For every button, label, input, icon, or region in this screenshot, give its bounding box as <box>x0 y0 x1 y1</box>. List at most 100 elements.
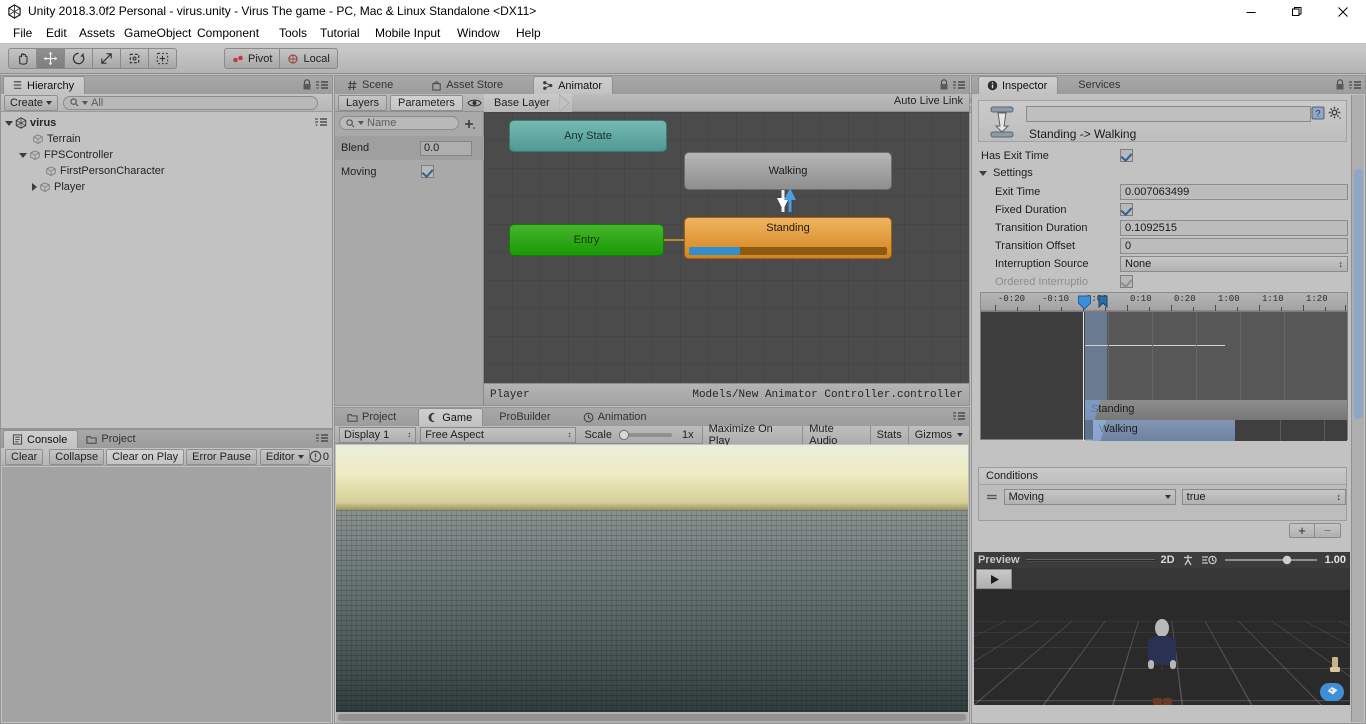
console-log-area[interactable] <box>2 467 331 722</box>
preview-play-button[interactable] <box>976 569 1012 589</box>
preview-speed-slider[interactable] <box>1223 555 1319 565</box>
condition-comparison-dropdown[interactable]: true ↕ <box>1181 489 1347 505</box>
lock-icon[interactable] <box>1335 79 1345 91</box>
exit-time-input[interactable]: 0.007063499 <box>1120 184 1348 200</box>
hierarchy-item-firstpersoncharacter[interactable]: FirstPersonCharacter <box>1 163 332 179</box>
menu-gameobject[interactable]: GameObject <box>119 24 196 42</box>
chevron-down-icon[interactable] <box>5 120 13 126</box>
tab-scene[interactable]: Scene <box>339 76 403 94</box>
inspector-vscrollbar[interactable] <box>1351 95 1364 722</box>
preview-2d-button[interactable]: 2D <box>1161 554 1175 566</box>
tab-asset-store[interactable]: Asset Store <box>423 76 513 94</box>
menu-help[interactable]: Help <box>511 24 546 42</box>
state-node-standing[interactable]: Standing <box>684 217 892 259</box>
panel-menu-icon[interactable] <box>952 80 966 90</box>
scale-slider-track[interactable] <box>616 429 678 441</box>
transition-name-input[interactable] <box>1026 106 1311 122</box>
interruption-source-dropdown[interactable]: None ↕ <box>1120 256 1348 272</box>
tab-hierarchy[interactable]: Hierarchy <box>3 76 86 94</box>
chevron-down-icon[interactable] <box>19 152 27 158</box>
timeline-clip-standing[interactable]: Standing <box>1085 400 1347 420</box>
menu-file[interactable]: File <box>8 24 37 42</box>
chevron-right-icon[interactable] <box>32 183 37 191</box>
rotate-tool-button[interactable] <box>64 48 92 69</box>
add-parameter-button[interactable] <box>463 118 476 134</box>
tab-project[interactable]: Project <box>78 430 145 448</box>
parameter-value-field[interactable]: 0.0 <box>420 140 472 156</box>
help-icon[interactable]: ? <box>1311 106 1325 123</box>
ik-icon[interactable] <box>1201 554 1217 567</box>
state-node-entry[interactable]: Entry <box>509 224 664 256</box>
hierarchy-item-player[interactable]: Player <box>1 179 332 195</box>
transition-timeline[interactable]: Standing Walking <box>980 311 1348 441</box>
auto-live-link-label[interactable]: Auto Live Link <box>894 95 963 107</box>
parameter-search-input[interactable]: Name <box>339 116 459 130</box>
fixed-duration-checkbox[interactable] <box>1120 203 1133 216</box>
settings-foldout[interactable]: Settings <box>979 167 1033 179</box>
game-scale-slider[interactable]: Scale 1x <box>584 429 693 441</box>
console-collapse-button[interactable]: Collapse <box>49 448 105 465</box>
panel-menu-icon[interactable] <box>315 433 329 443</box>
console-clear-on-play-button[interactable]: Clear on Play <box>106 448 185 465</box>
menu-tools[interactable]: Tools <box>274 24 312 42</box>
panel-menu-icon[interactable] <box>315 80 329 90</box>
parameter-row-moving[interactable]: Moving <box>335 160 484 184</box>
menu-edit[interactable]: Edit <box>41 24 72 42</box>
panel-menu-icon[interactable] <box>952 411 966 421</box>
maximize-on-play-button[interactable]: Maximize On Play <box>701 423 803 447</box>
tab-project[interactable]: Project <box>339 408 406 426</box>
state-node-walking[interactable]: Walking <box>684 152 892 190</box>
console-clear-button[interactable]: Clear <box>5 448 44 465</box>
add-condition-button[interactable]: + <box>1289 523 1315 538</box>
console-error-pause-button[interactable]: Error Pause <box>186 448 257 465</box>
gear-icon[interactable] <box>1328 106 1342 123</box>
eye-icon[interactable] <box>467 97 482 109</box>
pivot-toggle[interactable]: Pivot <box>224 48 281 69</box>
transition-handle-icon[interactable] <box>1098 295 1109 309</box>
menu-assets[interactable]: Assets <box>74 24 120 42</box>
game-render-view[interactable] <box>336 445 968 714</box>
remove-condition-button[interactable]: − <box>1315 523 1341 538</box>
gizmos-button[interactable]: Gizmos <box>907 425 969 444</box>
maximize-button[interactable] <box>1274 0 1320 23</box>
menu-component[interactable]: Component <box>192 24 264 42</box>
hierarchy-search-input[interactable]: All <box>63 95 319 110</box>
scene-menu-icon[interactable] <box>314 117 328 127</box>
tab-animator[interactable]: Animator <box>533 76 614 94</box>
transition-offset-input[interactable]: 0 <box>1120 238 1348 254</box>
timeline-clip-walking[interactable]: Walking <box>1093 420 1235 441</box>
transition-duration-input[interactable]: 0.1092515 <box>1120 220 1348 236</box>
minimize-button[interactable] <box>1228 0 1274 23</box>
space-toggle[interactable]: Local <box>280 48 338 69</box>
hierarchy-item-terrain[interactable]: Terrain <box>1 131 332 147</box>
move-tool-button[interactable] <box>36 48 64 69</box>
parameter-row-blend[interactable]: Blend 0.0 <box>335 136 484 160</box>
tag-icon[interactable] <box>1320 683 1344 701</box>
tab-probuilder[interactable]: ProBuilder <box>491 408 560 426</box>
has-exit-time-checkbox[interactable] <box>1120 149 1133 162</box>
hand-tool-button[interactable] <box>8 48 36 69</box>
menu-mobile-input[interactable]: Mobile Input <box>370 24 445 42</box>
playhead-handle-icon[interactable] <box>1077 295 1092 311</box>
menu-window[interactable]: Window <box>452 24 505 42</box>
subtab-layers[interactable]: Layers <box>338 94 388 111</box>
state-node-any-state[interactable]: Any State <box>509 120 667 152</box>
lock-icon[interactable] <box>302 79 312 91</box>
subtab-parameters[interactable]: Parameters <box>390 94 463 111</box>
game-hscrollbar[interactable] <box>336 712 968 723</box>
tab-services[interactable]: Services <box>1070 76 1130 94</box>
transform-tool-button[interactable] <box>148 48 177 69</box>
hierarchy-item-virus[interactable]: virus <box>1 115 332 131</box>
tab-animation[interactable]: Animation <box>575 408 657 426</box>
parameter-checkbox[interactable] <box>421 165 434 178</box>
hierarchy-item-fpscontroller[interactable]: FPSController <box>1 147 332 163</box>
panel-menu-icon[interactable] <box>1348 80 1362 90</box>
rect-tool-button[interactable] <box>120 48 148 69</box>
preview-viewport[interactable]: 0:00 (000.0%) Frame 0 <box>974 590 1350 705</box>
tab-game[interactable]: Game <box>418 408 484 426</box>
console-error-counter[interactable]: 0 <box>309 450 329 463</box>
transition-timeline-ruler[interactable]: -0:20 -0:10 0:00 0:10 0:20 1:00 1:10 1:2… <box>980 292 1348 312</box>
lock-icon[interactable] <box>939 79 949 91</box>
close-button[interactable] <box>1320 0 1366 23</box>
tab-inspector[interactable]: Inspector <box>978 76 1059 94</box>
